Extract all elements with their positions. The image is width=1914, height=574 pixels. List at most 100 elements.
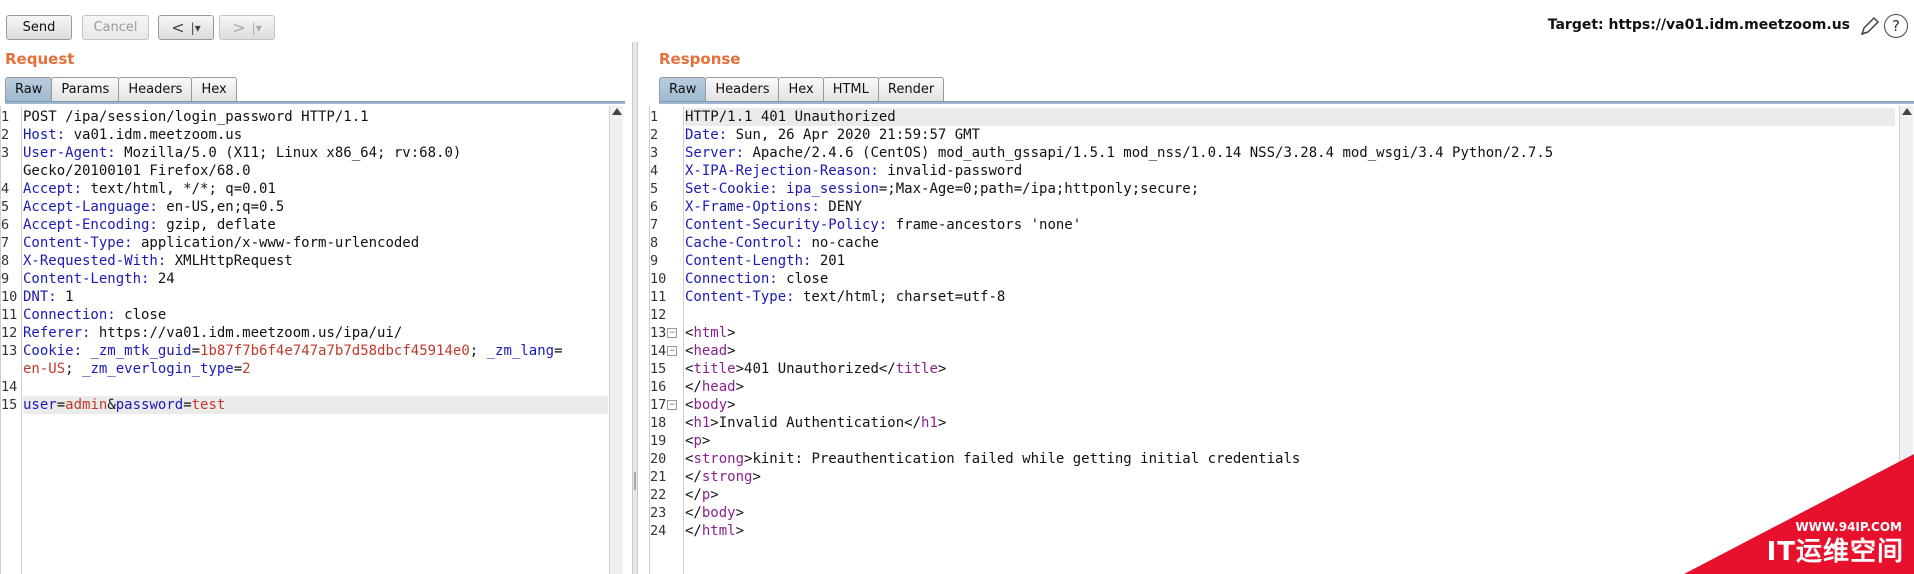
line-number	[1, 360, 17, 378]
request-line[interactable]: X-Requested-With: XMLHttpRequest	[23, 252, 608, 270]
request-line[interactable]: Accept-Language: en-US,en;q=0.5	[23, 198, 608, 216]
fold-toggle-icon[interactable]: −	[667, 346, 678, 356]
header-value: 24	[149, 271, 175, 287]
fold-toggle-icon[interactable]: −	[667, 400, 678, 410]
response-line[interactable]	[685, 306, 1895, 324]
help-icon[interactable]: ?	[1884, 14, 1908, 38]
forward-arrow-icon: >	[232, 18, 246, 37]
line-number: 13	[1, 343, 18, 359]
request-tab-headers[interactable]: Headers	[118, 77, 193, 101]
request-line[interactable]: en-US; _zm_everlogin_type=2	[23, 360, 608, 378]
request-line[interactable]: Cookie: _zm_mtk_guid=1b87f7b6f4e747a7b7d…	[23, 342, 608, 360]
header-value: Sun, 26 Apr 2020 21:59:57 GMT	[727, 127, 981, 143]
request-line[interactable]: Host: va01.idm.meetzoom.us	[23, 126, 608, 144]
request-line[interactable]: Content-Length: 24	[23, 270, 608, 288]
fold-toggle-icon[interactable]: −	[667, 328, 678, 338]
header-value: invalid-password	[878, 163, 1023, 179]
response-line[interactable]: </head>	[685, 378, 1895, 396]
request-scrollbar[interactable]	[609, 106, 623, 574]
response-line[interactable]: <head>	[685, 342, 1895, 360]
scroll-up-icon[interactable]	[612, 108, 622, 115]
line-number: 3	[650, 145, 659, 161]
response-tab-raw[interactable]: Raw	[659, 77, 707, 101]
code-token: ;	[469, 343, 487, 359]
response-tab-hex[interactable]: Hex	[778, 77, 824, 101]
response-line-numbers: 1 2 3 4 5 6 7 8 9 10 11 12 13−14−15 16 17−18 19 20 21 22 23…	[650, 108, 678, 540]
request-line[interactable]: User-Agent: Mozilla/5.0 (X11; Linux x86_…	[23, 144, 608, 162]
header-value: Apache/2.4.6 (CentOS) mod_auth_gssapi/1.…	[744, 145, 1554, 161]
response-line[interactable]: Content-Length: 201	[685, 252, 1895, 270]
request-tab-params[interactable]: Params	[51, 77, 120, 101]
request-line[interactable]: Gecko/20100101 Firefox/68.0	[23, 162, 608, 180]
header-value: XMLHttpRequest	[166, 253, 293, 269]
forward-dropdown-icon[interactable]: |▾	[252, 21, 262, 35]
code-token: =	[233, 361, 243, 377]
line-number: 7	[650, 217, 659, 233]
line-number: 17−	[650, 396, 678, 414]
response-line[interactable]: X-IPA-Rejection-Reason: invalid-password	[685, 162, 1895, 180]
divider-grip-icon[interactable]	[634, 472, 636, 490]
request-body[interactable]: POST /ipa/session/login_password HTTP/1.…	[23, 108, 608, 414]
response-line[interactable]: Connection: close	[685, 270, 1895, 288]
html-text: </	[685, 469, 702, 485]
line-number: 13−	[650, 324, 678, 342]
header-name: Set-Cookie:	[685, 181, 778, 197]
header-name: Content-Type:	[685, 289, 795, 305]
request-line[interactable]: POST /ipa/session/login_password HTTP/1.…	[23, 108, 608, 126]
header-value: Mozilla/5.0 (X11; Linux x86_64; rv:68.0)	[115, 145, 462, 161]
split-divider[interactable]	[632, 42, 638, 574]
request-line[interactable]: user=admin&password=test	[23, 396, 608, 414]
param-name: user	[23, 397, 57, 413]
response-line[interactable]: HTTP/1.1 401 Unauthorized	[685, 108, 1895, 126]
code-token: ;	[65, 361, 83, 377]
line-number: 1	[1, 109, 10, 125]
pencil-icon[interactable]	[1858, 14, 1882, 38]
line-number: 3	[1, 145, 10, 161]
request-line[interactable]: Content-Type: application/x-www-form-url…	[23, 234, 608, 252]
response-line[interactable]: X-Frame-Options: DENY	[685, 198, 1895, 216]
response-line[interactable]: Content-Type: text/html; charset=utf-8	[685, 288, 1895, 306]
response-line[interactable]: <html>	[685, 324, 1895, 342]
line-number: 8	[650, 235, 659, 251]
response-line[interactable]: Date: Sun, 26 Apr 2020 21:59:57 GMT	[685, 126, 1895, 144]
request-line[interactable]: Accept-Encoding: gzip, deflate	[23, 216, 608, 234]
response-line[interactable]: Server: Apache/2.4.6 (CentOS) mod_auth_g…	[685, 144, 1895, 162]
send-button[interactable]: Send	[6, 15, 72, 40]
response-line[interactable]: <body>	[685, 396, 1895, 414]
response-line[interactable]: <title>401 Unauthorized</title>	[685, 360, 1895, 378]
scroll-up-icon[interactable]	[1902, 108, 1912, 115]
line-number: 10	[1, 289, 18, 305]
response-tab-headers[interactable]: Headers	[705, 77, 780, 101]
request-editor[interactable]: 1 2 3 4 5 6 7 8 9 10 11 12 13 14 15 POST /ipa/session/…	[0, 106, 609, 574]
html-text: >	[735, 523, 745, 539]
response-line[interactable]: Content-Security-Policy: frame-ancestors…	[685, 216, 1895, 234]
html-tag: title	[693, 361, 736, 377]
request-tab-raw[interactable]: Raw	[5, 77, 53, 101]
response-tab-html[interactable]: HTML	[822, 77, 879, 101]
response-tab-render[interactable]: Render	[877, 77, 945, 101]
request-tab-hex[interactable]: Hex	[191, 77, 237, 101]
line-number: 7	[1, 235, 10, 251]
line-number: 18	[650, 415, 667, 431]
header-name: X-Frame-Options:	[685, 199, 820, 215]
request-line[interactable]	[23, 378, 608, 396]
response-line[interactable]: <p>	[685, 432, 1895, 450]
code-token: =	[56, 397, 66, 413]
back-dropdown-icon[interactable]: |▾	[191, 21, 201, 35]
response-line[interactable]: <h1>Invalid Authentication</h1>	[685, 414, 1895, 432]
back-button[interactable]: < |▾	[158, 15, 214, 40]
response-line[interactable]: Set-Cookie: ipa_session=;Max-Age=0;path=…	[685, 180, 1895, 198]
code-token: =	[554, 343, 563, 359]
forward-button[interactable]: > |▾	[219, 15, 275, 40]
response-tab-bar	[659, 101, 1914, 104]
request-line[interactable]: Referer: https://va01.idm.meetzoom.us/ip…	[23, 324, 608, 342]
response-line[interactable]: Cache-Control: no-cache	[685, 234, 1895, 252]
request-line[interactable]: Accept: text/html, */*; q=0.01	[23, 180, 608, 198]
watermark-text: IT运维空间	[1766, 537, 1904, 567]
cancel-button[interactable]: Cancel	[82, 15, 149, 40]
line-number: 4	[650, 163, 659, 179]
request-line[interactable]: Connection: close	[23, 306, 608, 324]
header-value: https://va01.idm.meetzoom.us/ipa/ui/	[90, 325, 403, 341]
line-number: 20	[650, 451, 667, 467]
request-line[interactable]: DNT: 1	[23, 288, 608, 306]
